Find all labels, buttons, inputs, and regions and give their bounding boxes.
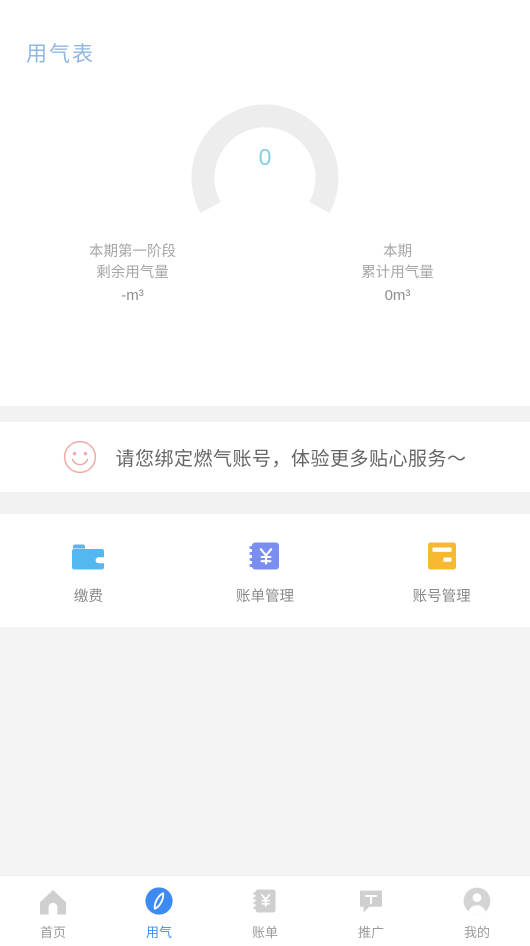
action-account-management-label: 账号管理 — [412, 589, 471, 605]
promotion-icon — [360, 890, 382, 913]
section-gap-top — [0, 406, 530, 422]
action-bill-management-label: 账单管理 — [236, 589, 294, 605]
stat-remaining-value: -m³ — [121, 287, 144, 304]
usage-gauge: 0 — [179, 72, 351, 232]
action-account-management[interactable]: 账号管理 — [353, 536, 530, 606]
bottom-tab-bar: 首页 用气 账单 推广 我的 — [0, 875, 530, 946]
section-gap-middle — [0, 492, 530, 514]
home-icon — [40, 890, 66, 915]
tab-promotion[interactable]: 推广 — [318, 885, 424, 941]
usage-stats: 本期第一阶段 剩余用气量 -m³ 本期 累计用气量 0m³ — [0, 242, 530, 306]
bind-banner-text: 请您绑定燃气账号，体验更多贴心服务～ — [115, 448, 467, 470]
tab-profile[interactable]: 我的 — [424, 885, 530, 941]
smiley-icon — [64, 440, 97, 474]
stat-remaining: 本期第一阶段 剩余用气量 -m³ — [0, 242, 265, 306]
gauge-value: 0 — [258, 144, 272, 170]
tab-gas-usage-label: 用气 — [145, 925, 172, 940]
tab-gas-usage[interactable]: 用气 — [106, 885, 212, 941]
wallet-icon — [72, 544, 105, 570]
quick-actions: 缴费 账单管理 账号管理 — [0, 514, 530, 627]
tab-profile-label: 我的 — [463, 925, 490, 940]
stat-remaining-line1: 本期第一阶段 — [89, 244, 176, 260]
gas-meter-card: 用气表 0 本期第一阶段 剩余用气量 -m³ 本期 累计用气量 0m³ — [0, 0, 530, 406]
gauge-container: 0 — [0, 72, 530, 232]
tab-home[interactable]: 首页 — [0, 885, 106, 941]
tab-home-label: 首页 — [39, 925, 66, 940]
profile-icon — [463, 887, 491, 915]
bill-book-icon — [249, 542, 279, 570]
page-title: 用气表 — [26, 43, 95, 66]
stat-total: 本期 累计用气量 0m³ — [265, 242, 530, 306]
compass-icon — [145, 887, 173, 915]
action-payment-label: 缴费 — [73, 589, 103, 605]
action-payment[interactable]: 缴费 — [0, 536, 177, 606]
account-card-icon — [427, 542, 456, 570]
app-screen: 用气表 0 本期第一阶段 剩余用气量 -m³ 本期 累计用气量 0m³ 请您绑定… — [0, 0, 530, 946]
tab-bills-label: 账单 — [251, 925, 278, 940]
stat-total-line2: 累计用气量 — [361, 265, 434, 281]
action-bill-management[interactable]: 账单管理 — [177, 536, 354, 606]
bill-icon — [253, 889, 276, 913]
content-filler — [0, 627, 530, 875]
bind-account-banner[interactable]: 请您绑定燃气账号，体验更多贴心服务～ — [0, 422, 530, 492]
stat-remaining-line2: 剩余用气量 — [96, 265, 169, 281]
tab-promotion-label: 推广 — [357, 925, 384, 940]
stat-total-line1: 本期 — [383, 244, 412, 260]
stat-total-value: 0m³ — [384, 287, 411, 304]
tab-bills[interactable]: 账单 — [212, 885, 318, 941]
